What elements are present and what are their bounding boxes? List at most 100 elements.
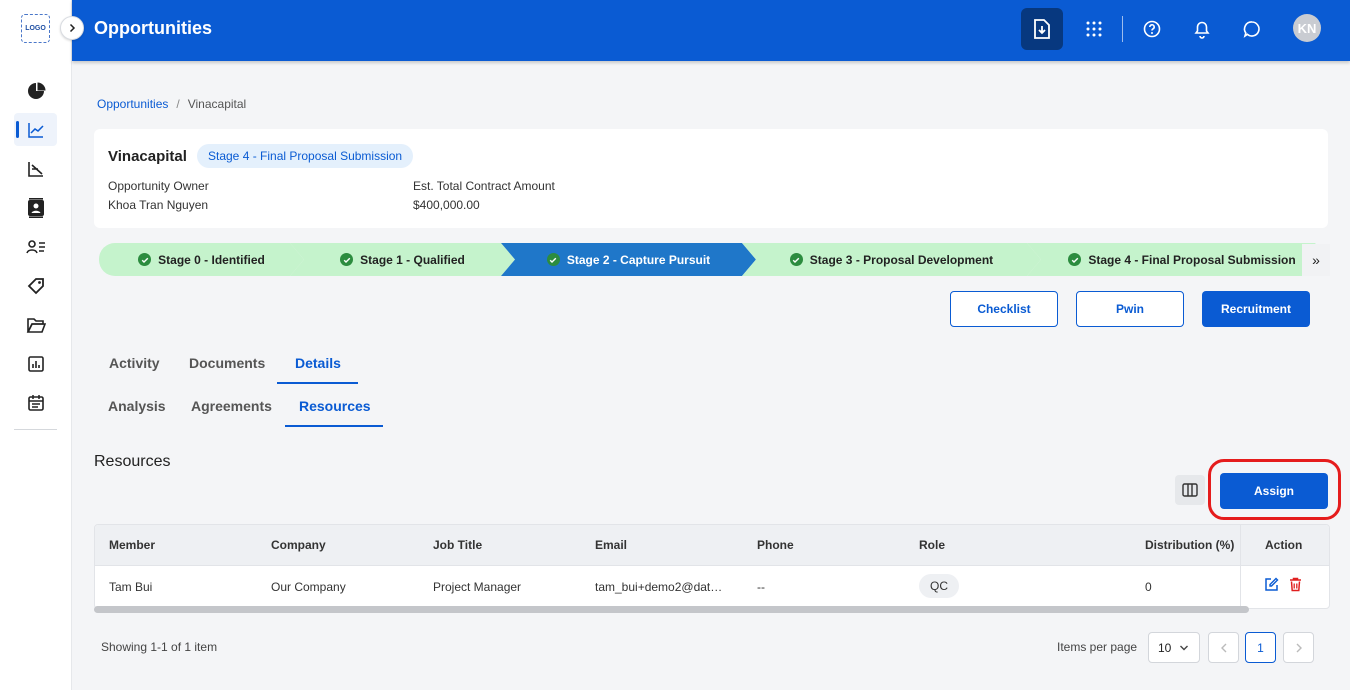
breadcrumb-separator: / — [176, 97, 180, 111]
bell-icon — [1194, 21, 1210, 39]
stage-progress-bar: Stage 0 - Identified Stage 1 - Qualified… — [99, 243, 1329, 276]
delete-button[interactable] — [1289, 577, 1302, 597]
breadcrumb: Opportunities / Vinacapital — [97, 97, 246, 111]
column-header-member[interactable]: Member — [109, 538, 155, 552]
resources-section-title: Resources — [94, 453, 171, 470]
stage-label: Stage 1 - Qualified — [360, 252, 465, 267]
owner-label: Opportunity Owner — [108, 179, 209, 193]
sidebar-item-deals[interactable] — [14, 269, 57, 302]
tab-details[interactable]: Details — [295, 355, 341, 371]
breadcrumb-root-link[interactable]: Opportunities — [97, 97, 168, 111]
column-header-role[interactable]: Role — [919, 538, 945, 552]
help-button[interactable] — [1131, 8, 1173, 50]
stage-scroll-next-button[interactable]: » — [1302, 244, 1330, 276]
app-logo: LOGO — [21, 14, 50, 43]
chevron-right-icon — [1296, 643, 1302, 652]
apps-grid-icon — [1086, 21, 1102, 37]
sidebar-item-people[interactable] — [14, 230, 57, 263]
checklist-button[interactable]: Checklist — [950, 291, 1058, 327]
tab-resources[interactable]: Resources — [299, 398, 371, 414]
items-per-page-label: Items per page — [1057, 640, 1138, 654]
sidebar-item-files[interactable] — [14, 308, 57, 341]
apps-grid-button[interactable] — [1073, 8, 1115, 50]
stage-step-4[interactable]: Stage 4 - Final Proposal Submission — [1027, 243, 1329, 276]
stage-label: Stage 0 - Identified — [158, 252, 265, 267]
people-list-icon — [25, 239, 45, 253]
tab-agreements[interactable]: Agreements — [191, 398, 272, 414]
top-bar: Opportunities KN — [72, 0, 1350, 61]
owner-value: Khoa Tran Nguyen — [108, 198, 209, 212]
column-header-company[interactable]: Company — [271, 538, 326, 552]
amount-label: Est. Total Contract Amount — [413, 179, 555, 193]
avatar[interactable]: KN — [1293, 14, 1321, 42]
chevron-down-icon — [1180, 645, 1189, 650]
help-icon — [1143, 20, 1161, 38]
check-circle-icon — [1068, 253, 1081, 266]
sidebar-toggle-button[interactable] — [60, 16, 84, 40]
pwin-button[interactable]: Pwin — [1076, 291, 1184, 327]
chat-icon — [1243, 21, 1260, 38]
check-circle-icon — [790, 253, 803, 266]
column-header-email[interactable]: Email — [595, 538, 627, 552]
cell-email: tam_bui+demo2@dat… — [595, 580, 723, 594]
sidebar-item-pipeline[interactable] — [14, 152, 57, 185]
tab-activity[interactable]: Activity — [109, 355, 160, 371]
column-header-action: Action — [1265, 538, 1303, 552]
stage-step-2[interactable]: Stage 2 - Capture Pursuit — [501, 243, 756, 276]
column-header-phone[interactable]: Phone — [757, 538, 794, 552]
table-horizontal-scrollbar[interactable] — [94, 606, 1249, 613]
calendar-icon — [27, 394, 44, 411]
check-circle-icon — [138, 253, 151, 266]
cell-distribution: 0 — [1145, 580, 1152, 594]
cell-phone: -- — [757, 580, 765, 594]
next-page-button[interactable] — [1283, 632, 1314, 663]
cell-member: Tam Bui — [109, 580, 153, 594]
topbar-separator — [1122, 16, 1123, 42]
sidebar-item-contacts[interactable] — [14, 191, 57, 224]
sidebar-item-dashboard[interactable] — [14, 74, 57, 107]
cell-company: Our Company — [271, 580, 346, 594]
amount-value: $400,000.00 — [413, 198, 480, 212]
trash-icon — [1290, 577, 1301, 592]
recruitment-button[interactable]: Recruitment — [1202, 291, 1310, 327]
pagination-summary: Showing 1-1 of 1 item — [101, 640, 218, 654]
items-per-page-select[interactable]: 10 — [1148, 632, 1200, 663]
sidebar-item-calendar[interactable] — [14, 386, 57, 419]
edit-icon — [1265, 577, 1279, 591]
column-header-job-title[interactable]: Job Title — [433, 538, 482, 552]
edit-button[interactable] — [1264, 577, 1279, 597]
opportunity-name: Vinacapital — [108, 148, 187, 165]
opportunity-summary-card: Vinacapital Stage 4 - Final Proposal Sub… — [94, 129, 1328, 228]
folder-open-icon — [26, 317, 46, 333]
tab-documents[interactable]: Documents — [189, 355, 265, 371]
prev-page-button[interactable] — [1208, 632, 1239, 663]
download-doc-button[interactable] — [1021, 8, 1063, 50]
column-header-distribution[interactable]: Distribution (%) — [1145, 538, 1234, 552]
breadcrumb-current: Vinacapital — [187, 97, 247, 111]
stage-step-1[interactable]: Stage 1 - Qualified — [290, 243, 515, 276]
chat-button[interactable] — [1231, 8, 1273, 50]
stage-label: Stage 2 - Capture Pursuit — [566, 252, 711, 267]
resources-table: Member Company Job Title Email Phone Rol… — [94, 524, 1330, 609]
tab-details-indicator — [277, 382, 358, 384]
notifications-button[interactable] — [1181, 8, 1223, 50]
column-settings-button[interactable] — [1175, 475, 1205, 505]
stage-label: Stage 3 - Proposal Development — [809, 252, 994, 267]
tag-icon — [27, 277, 44, 294]
funnel-chart-icon — [27, 161, 43, 177]
stage-badge: Stage 4 - Final Proposal Submission — [197, 144, 414, 168]
contact-book-icon — [27, 197, 44, 218]
tab-resources-indicator — [285, 425, 383, 427]
sidebar-item-reports[interactable] — [14, 347, 57, 380]
stage-step-3[interactable]: Stage 3 - Proposal Development — [742, 243, 1041, 276]
cell-job-title: Project Manager — [433, 580, 522, 594]
page-button-current[interactable]: 1 — [1245, 632, 1276, 663]
tab-analysis[interactable]: Analysis — [108, 398, 166, 414]
stage-step-0[interactable]: Stage 0 - Identified — [99, 243, 304, 276]
sidebar-divider — [14, 429, 57, 430]
page-title: Opportunities — [94, 18, 212, 38]
sidebar-item-opportunities[interactable] — [14, 113, 57, 146]
download-doc-icon — [1034, 19, 1050, 39]
table-header: Member Company Job Title Email Phone Rol… — [95, 525, 1329, 566]
check-circle-icon — [547, 253, 560, 266]
